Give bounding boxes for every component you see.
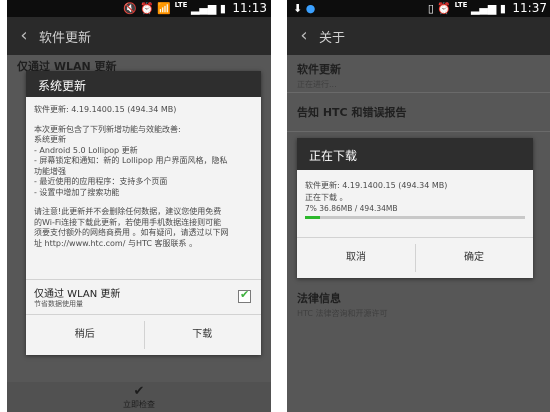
ok-button[interactable]: 确定: [415, 238, 533, 278]
notification-icons: ⬇ ●: [293, 1, 315, 16]
checkmark-icon: ✔: [240, 288, 250, 301]
vibrate-icon: ▯: [427, 2, 434, 15]
mute-icon: 🔇: [122, 2, 137, 15]
bottom-action-bar[interactable]: ✔ 立即检查: [7, 382, 271, 412]
status-icons: ▯ ⏰ LTE ▂▄▆ ▮ 11:37: [428, 1, 547, 16]
description-line: 功能增强: [34, 166, 66, 176]
status-icons: 🔇 ⏰ 📶 LTE ▂▄▆ ▮ 11:13: [123, 1, 267, 16]
downloading-dialog: 正在下载 软件更新: 4.19.1400.15 (494.34 MB) 正在下载…: [297, 138, 533, 278]
status-bar: 🔇 ⏰ 📶 LTE ▂▄▆ ▮ 11:13: [7, 0, 271, 17]
dialog-body: 软件更新: 4.19.1400.15 (494.34 MB) 本次更新包含了下列…: [34, 105, 253, 249]
network-type: LTE: [454, 1, 468, 9]
notice-line: 的Wi-Fi连接下载此更新，若使用手机数据连接则可能: [34, 217, 222, 227]
description-line: - 设置中增加了搜索功能: [34, 187, 120, 197]
alarm-icon: ⏰: [140, 2, 154, 15]
description-line: - 最近使用的应用程序：支持多个页面: [34, 177, 168, 186]
page-title: 软件更新: [39, 31, 92, 46]
page-title: 关于: [319, 31, 346, 46]
progress-fill: [305, 216, 321, 219]
dialog-header: 正在下载: [297, 138, 533, 170]
notice-line: 址 http://www.htc.com/ 与HTC 客服联系 。: [34, 238, 198, 248]
dialog-title: 正在下载: [309, 149, 358, 163]
status-bar: ⬇ ● ▯ ⏰ LTE ▂▄▆ ▮ 11:37: [287, 0, 550, 17]
description-line: - Android 5.0 Lollipop 更新: [34, 145, 138, 155]
notice-line: 须要支付额外的网络商费用 。如有疑问，请透过以下网: [34, 228, 229, 237]
dialog-buttons: 稍后 下载: [26, 314, 261, 355]
alarm-icon: ⏰: [437, 2, 452, 15]
download-button[interactable]: 下载: [144, 315, 262, 355]
list-item-subtitle: 正在进行...: [297, 80, 337, 89]
back-arrow-icon[interactable]: ‹: [295, 26, 313, 46]
status-time: 11:13: [232, 1, 267, 15]
list-item-report[interactable]: 告知 HTC 和错误报告: [297, 104, 541, 120]
divider: [287, 131, 550, 132]
system-update-dialog: 系统更新 软件更新: 4.19.1400.15 (494.34 MB) 本次更新…: [26, 71, 261, 355]
check-now-label: 立即检查: [123, 400, 155, 409]
description-line: - 屏幕锁定和通知：新的 Lollipop 用户界面风格，隐私: [34, 156, 228, 165]
list-item-software-update[interactable]: 软件更新 正在进行...: [297, 61, 541, 90]
list-item-subtitle: HTC 法律咨询和开源许可: [297, 309, 388, 318]
update-version: 软件更新: 4.19.1400.15 (494.34 MB): [305, 181, 448, 190]
network-type: LTE: [174, 1, 188, 9]
qq-icon: ●: [305, 2, 316, 15]
update-version: 软件更新: 4.19.1400.15 (494.34 MB): [34, 105, 177, 114]
wlan-option-title: 仅通过 WLAN 更新: [34, 289, 121, 300]
check-icon: ✔: [133, 384, 145, 399]
wlan-only-option[interactable]: 仅通过 WLAN 更新 节省数据使用量 ✔: [26, 279, 261, 312]
download-progress-bar: [305, 216, 525, 219]
back-arrow-icon[interactable]: ‹: [15, 26, 33, 46]
list-item-legal[interactable]: 法律信息 HTC 法律咨询和开源许可: [297, 290, 541, 319]
app-bar: ‹ 软件更新: [7, 17, 271, 55]
download-status: 正在下载 。: [305, 193, 348, 202]
battery-icon: ▮: [219, 2, 226, 15]
wifi-icon: 📶: [157, 2, 172, 15]
wlan-option-subtitle: 节省数据使用量: [34, 300, 83, 308]
app-bar: ‹ 关于: [287, 17, 550, 55]
right-phone-screen: ⬇ ● ▯ ⏰ LTE ▂▄▆ ▮ 11:37 ‹ 关于 软件更新 正在进行..…: [287, 0, 550, 412]
description-line: 系统更新: [34, 135, 66, 144]
signal-icon: ▂▄▆: [470, 2, 497, 15]
description-line: 本次更新包含了下列新增功能与效能改善:: [34, 124, 181, 134]
notice-line: 请注意!此更新并不会删除任何数据，建议您使用免费: [34, 207, 222, 216]
signal-icon: ▂▄▆: [190, 2, 217, 15]
dialog-header: 系统更新: [26, 71, 261, 97]
left-phone-screen: 🔇 ⏰ 📶 LTE ▂▄▆ ▮ 11:13 ‹ 软件更新 仅通过 WLAN 更新…: [7, 0, 271, 412]
cancel-button[interactable]: 取消: [297, 238, 415, 278]
list-item-title: 软件更新: [297, 63, 341, 76]
status-time: 11:37: [512, 1, 547, 15]
divider: [287, 92, 550, 93]
list-item-title: 告知 HTC 和错误报告: [297, 106, 407, 119]
download-icon: ⬇: [293, 2, 303, 15]
list-item-title: 法律信息: [297, 292, 341, 305]
progress-text: 7% 36.86MB / 494.34MB: [305, 204, 398, 213]
dialog-buttons: 取消 确定: [297, 237, 533, 278]
battery-icon: ▮: [499, 2, 506, 15]
later-button[interactable]: 稍后: [26, 315, 144, 355]
dialog-title: 系统更新: [38, 79, 87, 93]
wlan-checkbox[interactable]: ✔: [238, 288, 251, 303]
